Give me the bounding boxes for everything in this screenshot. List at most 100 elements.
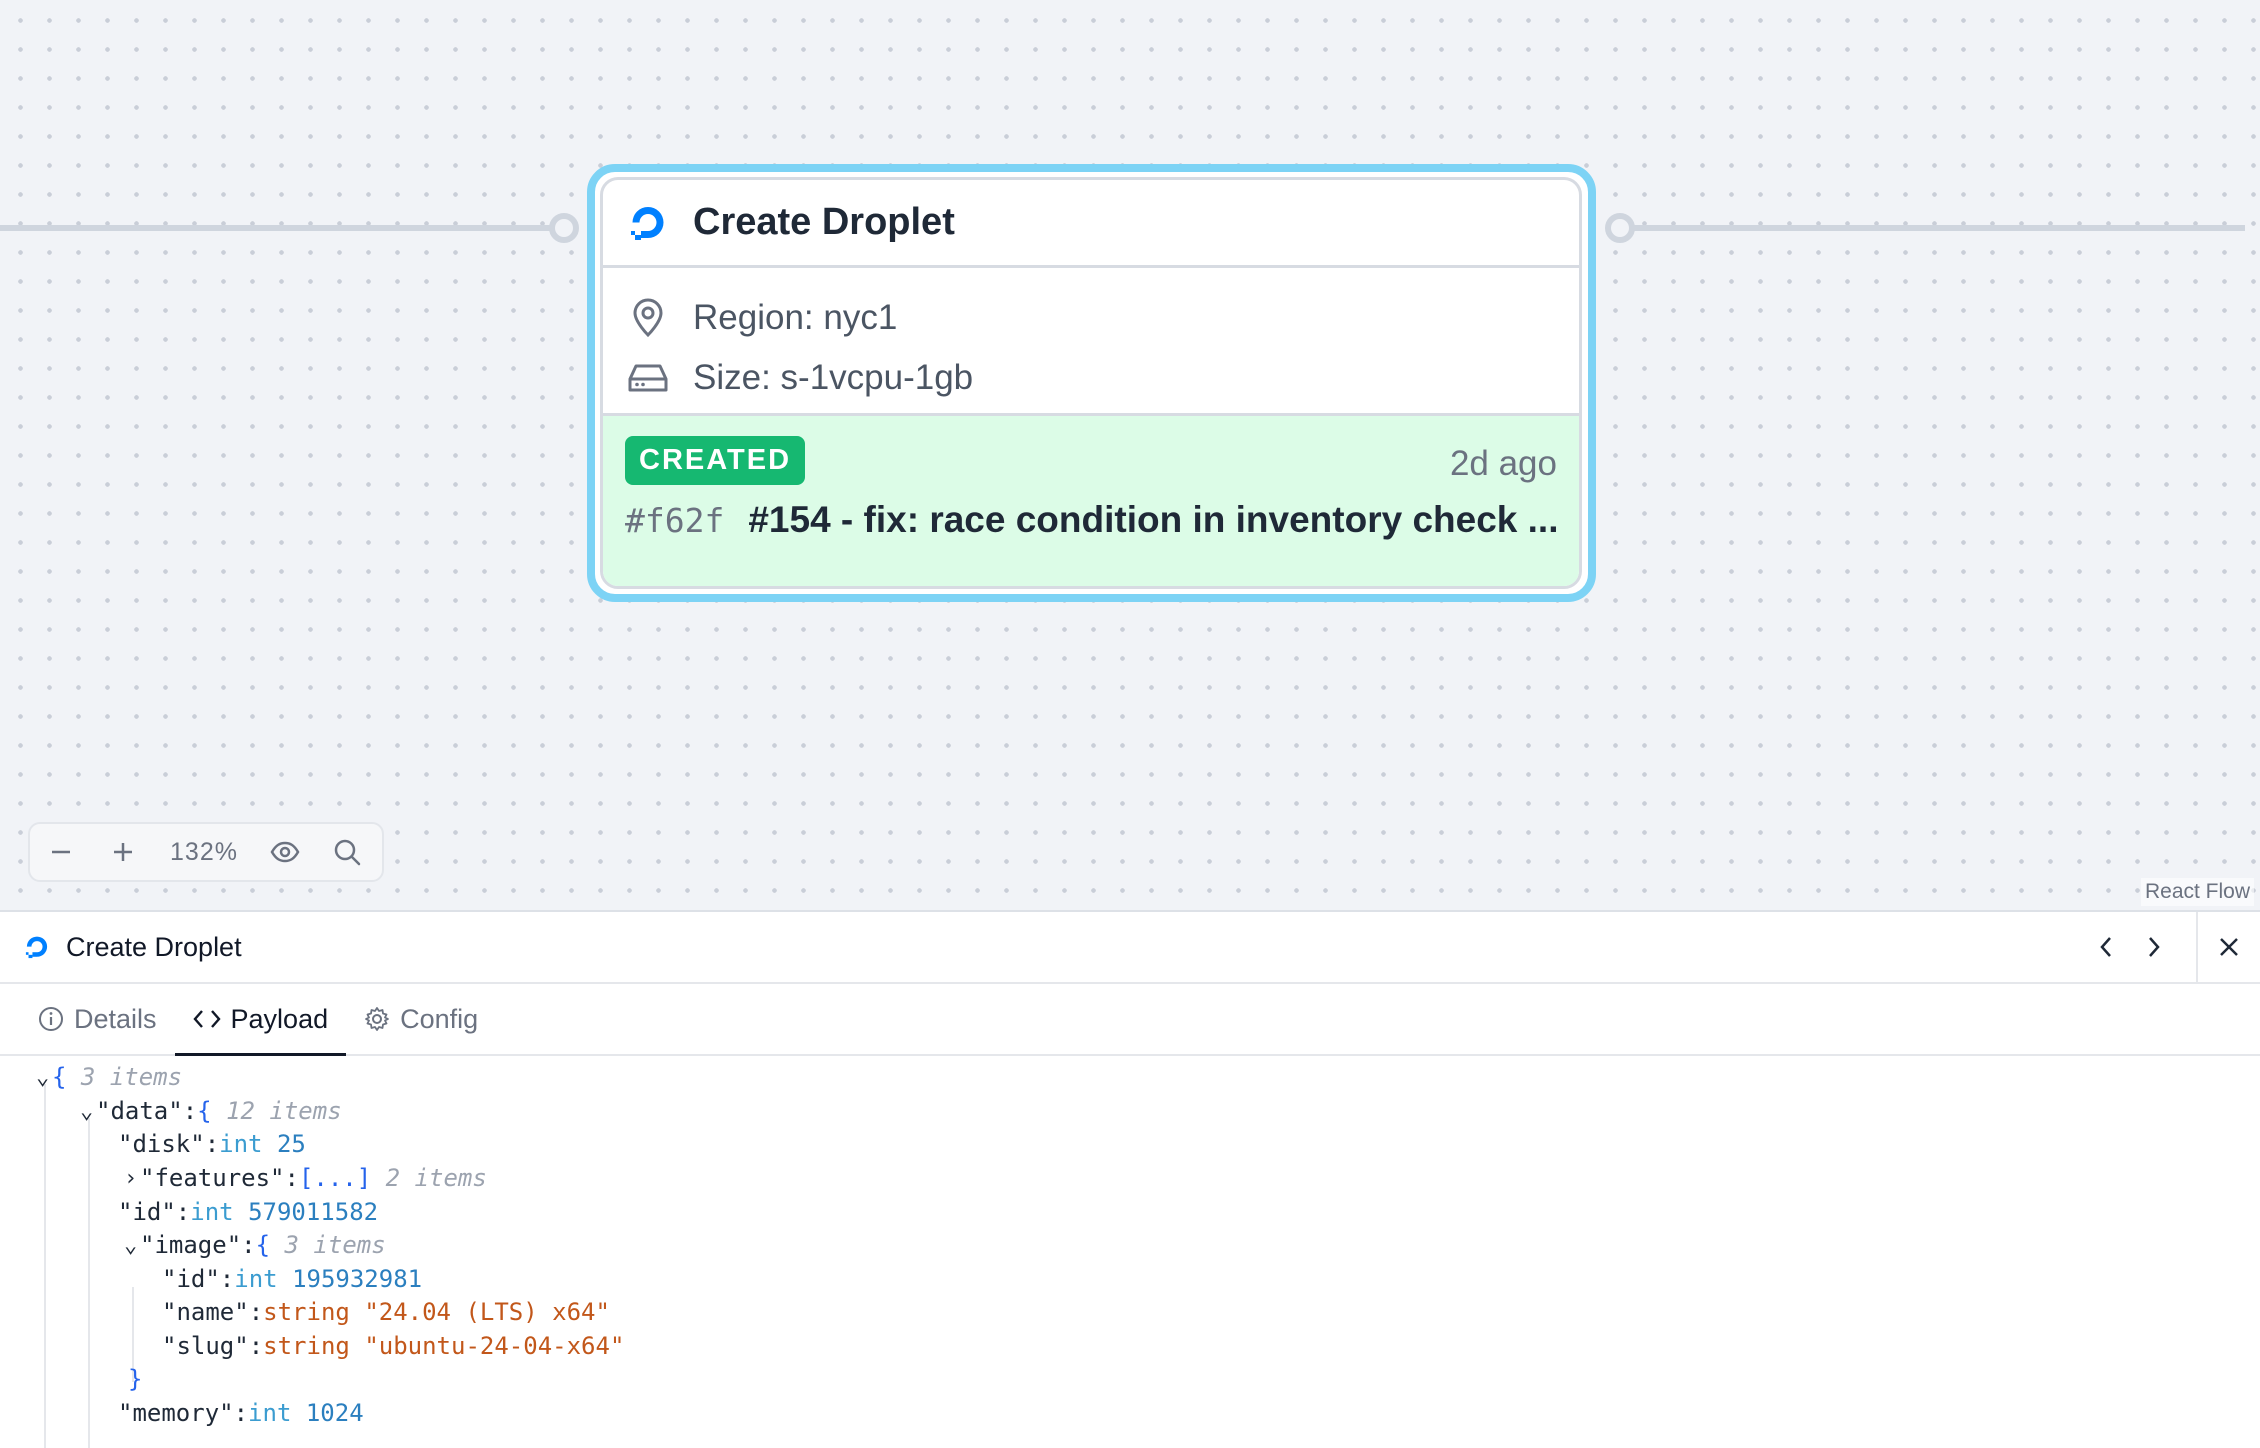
json-key: "image" (140, 1231, 242, 1259)
json-value: [...] (298, 1164, 372, 1192)
status-badge: CREATED (625, 436, 806, 485)
json-type: int (234, 1265, 278, 1293)
json-value: 579011582 (248, 1198, 379, 1226)
json-brace: } (128, 1365, 143, 1393)
close-icon (2220, 938, 2238, 956)
commit-message: #154 - fix: race condition in inventory … (748, 499, 1559, 540)
node-body: Region: nyc1 Size: s-1vcpu-1gb (603, 268, 1579, 416)
json-id-line: "id": int 579011582 (118, 1198, 379, 1226)
json-memory-line: "memory": int 1024 (118, 1399, 364, 1427)
json-image-close-line: } (128, 1362, 142, 1396)
json-count: 3 items (80, 1063, 183, 1091)
json-key: "slug" (162, 1332, 249, 1360)
panel-navigation (2082, 912, 2260, 982)
json-value: "24.04 (LTS) x64" (364, 1298, 610, 1326)
toggle-view-button[interactable] (254, 824, 316, 880)
json-features-line[interactable]: › "features": [...] 2 items (124, 1161, 487, 1195)
incoming-edge (0, 225, 550, 231)
panel-header: Create Droplet (0, 912, 2260, 984)
chevron-right-icon[interactable]: › (124, 1166, 140, 1191)
json-image-line[interactable]: ⌄ "image":{ 3 items (124, 1228, 386, 1262)
tab-payload[interactable]: Payload (174, 984, 347, 1056)
json-disk-line: "disk": int 25 (118, 1130, 306, 1158)
tab-label: Config (400, 1003, 479, 1034)
json-type: int (219, 1130, 263, 1158)
json-key: "disk" (118, 1130, 205, 1158)
source-handle[interactable] (1605, 213, 1635, 243)
tab-label: Details (74, 1003, 157, 1034)
json-value: 25 (276, 1130, 306, 1158)
eye-icon (270, 841, 300, 863)
status-timestamp: 2d ago (1449, 444, 1557, 483)
code-icon (192, 1010, 221, 1028)
json-count: 3 items (284, 1231, 386, 1259)
chevron-down-icon[interactable]: ⌄ (124, 1233, 140, 1258)
region-label: Region: nyc1 (693, 298, 898, 337)
json-value: 1024 (305, 1399, 364, 1427)
target-handle[interactable] (549, 213, 579, 243)
panel-tabs: Details Payload Config (0, 984, 2260, 1056)
digitalocean-logo-icon (631, 206, 664, 240)
json-key: "id" (162, 1265, 220, 1293)
plus-icon (114, 843, 132, 861)
gear-icon (365, 1007, 390, 1031)
json-key: "name" (162, 1298, 249, 1326)
json-key: "id" (118, 1198, 176, 1226)
json-value: 195932981 (292, 1265, 423, 1293)
create-droplet-node[interactable]: Create Droplet Region: nyc1 Size: s-1vcp… (600, 177, 1582, 589)
json-image-slug-line: "slug": string "ubuntu-24-04-x64" (162, 1332, 625, 1360)
size-row: Size: s-1vcpu-1gb (625, 348, 1579, 408)
size-label: Size: s-1vcpu-1gb (693, 358, 974, 397)
canvas-controls: 132% (28, 822, 384, 882)
zoom-out-button[interactable] (30, 824, 92, 880)
json-root-line[interactable]: ⌄{ 3 items (36, 1060, 182, 1094)
hard-drive-icon (625, 355, 671, 401)
json-key: "memory" (118, 1399, 234, 1427)
tree-guide (44, 1084, 46, 1448)
info-icon (39, 1007, 63, 1031)
minus-icon (52, 850, 70, 854)
tree-guide (88, 1118, 90, 1448)
panel-title: Create Droplet (66, 931, 242, 962)
tab-details[interactable]: Details (20, 984, 175, 1054)
search-icon (334, 839, 361, 866)
node-title: Create Droplet (693, 201, 955, 243)
json-image-id-line: "id": int 195932981 (162, 1265, 423, 1293)
node-status-section: CREATED 2d ago #f62f #154 - fix: race co… (603, 416, 1579, 586)
map-pin-icon (625, 295, 671, 341)
node-detail-panel: Create Droplet Details Payload Config ⌄ … (0, 910, 2260, 1448)
json-type: int (248, 1399, 292, 1427)
react-flow-attribution[interactable]: React Flow (2140, 878, 2254, 906)
json-value: "ubuntu-24-04-x64" (364, 1332, 625, 1360)
json-type: int (190, 1198, 234, 1226)
chevron-right-icon (2149, 937, 2160, 957)
json-key: "features" (140, 1164, 285, 1192)
json-image-name-line: "name": string "24.04 (LTS) x64" (162, 1298, 610, 1326)
region-row: Region: nyc1 (625, 288, 1579, 348)
json-brace: { (52, 1063, 67, 1091)
tab-label: Payload (230, 1003, 329, 1034)
previous-button[interactable] (2082, 912, 2130, 982)
outgoing-edge (1630, 225, 2245, 231)
chevron-down-icon[interactable]: ⌄ (36, 1065, 52, 1090)
chevron-down-icon[interactable]: ⌄ (80, 1099, 96, 1124)
search-button[interactable] (316, 824, 378, 880)
json-type: string (263, 1332, 350, 1360)
payload-json-viewer: ⌄{ 3 items ⌄ "data":{ 12 items "disk": int… (0, 1060, 2260, 1448)
json-key: "data" (96, 1097, 183, 1125)
json-type: string (263, 1298, 350, 1326)
next-button[interactable] (2130, 912, 2178, 982)
close-button[interactable] (2196, 912, 2260, 982)
json-count: 2 items (385, 1164, 487, 1192)
tab-config[interactable]: Config (346, 984, 496, 1054)
commit-hash: #f62f (625, 500, 725, 540)
zoom-level[interactable]: 132% (154, 824, 254, 880)
flow-canvas[interactable]: Create Droplet Region: nyc1 Size: s-1vcp… (0, 0, 2260, 910)
zoom-in-button[interactable] (92, 824, 154, 880)
chevron-left-icon (2100, 937, 2111, 957)
node-header: Create Droplet (603, 180, 1579, 268)
json-data-line[interactable]: ⌄ "data":{ 12 items (80, 1094, 342, 1128)
digitalocean-logo-icon (25, 936, 48, 959)
commit-row: #f62f #154 - fix: race condition in inve… (625, 499, 1559, 541)
json-count: 12 items (226, 1097, 342, 1125)
